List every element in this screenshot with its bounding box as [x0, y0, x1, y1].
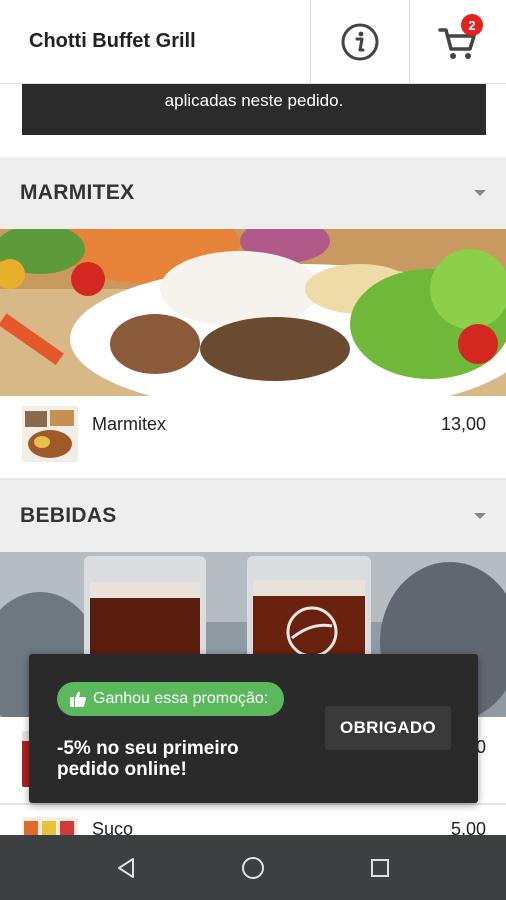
promotion-badge: Ganhou essa promoção: [57, 682, 285, 716]
item-name: Suco [92, 819, 134, 835]
chevron-down-icon [474, 190, 486, 196]
item-thumbnail [22, 406, 78, 462]
promo-notice: aplicadas neste pedido. [22, 84, 486, 135]
cart-button[interactable]: 2 [409, 0, 506, 84]
section-title: BEBIDAS [20, 504, 117, 527]
back-button[interactable] [86, 835, 166, 900]
item-thumbnail [22, 817, 78, 835]
info-button[interactable] [310, 0, 409, 84]
item-price: 5,00 [450, 819, 486, 835]
promotion-badge-label: Ganhou essa promoção: [93, 690, 269, 707]
recents-square-icon [371, 858, 389, 877]
restaurant-title: Chotti Buffet Grill [29, 30, 196, 52]
recents-button[interactable] [340, 835, 420, 900]
back-triangle-icon [118, 857, 134, 878]
home-circle-icon [242, 856, 264, 879]
home-button[interactable] [213, 835, 293, 900]
promotion-snackbar: Ganhou essa promoção: -5% no seu primeir… [29, 654, 478, 803]
chevron-down-icon [474, 513, 486, 519]
list-item-suco[interactable]: Suco 5,00 [0, 805, 506, 835]
marmitex-banner-image [0, 229, 506, 396]
section-title: MARMITEX [20, 181, 135, 204]
promo-notice-text: aplicadas neste pedido. [164, 91, 344, 110]
thanks-button[interactable]: OBRIGADO [325, 706, 451, 750]
section-header-bebidas[interactable]: BEBIDAS [0, 480, 506, 552]
info-circle-icon [341, 23, 379, 61]
promotion-message: -5% no seu primeiro pedido online! [57, 738, 239, 780]
cart-count-badge: 2 [461, 14, 483, 36]
thumbs-up-icon [70, 691, 87, 707]
item-price: 13,00 [440, 414, 486, 434]
section-header-marmitex[interactable]: MARMITEX [0, 157, 506, 229]
list-item-marmitex[interactable]: Marmitex 13,00 [0, 396, 506, 480]
app-header: Chotti Buffet Grill 2 [0, 0, 506, 84]
item-name: Marmitex [92, 414, 167, 434]
system-navigation-bar [0, 835, 506, 900]
